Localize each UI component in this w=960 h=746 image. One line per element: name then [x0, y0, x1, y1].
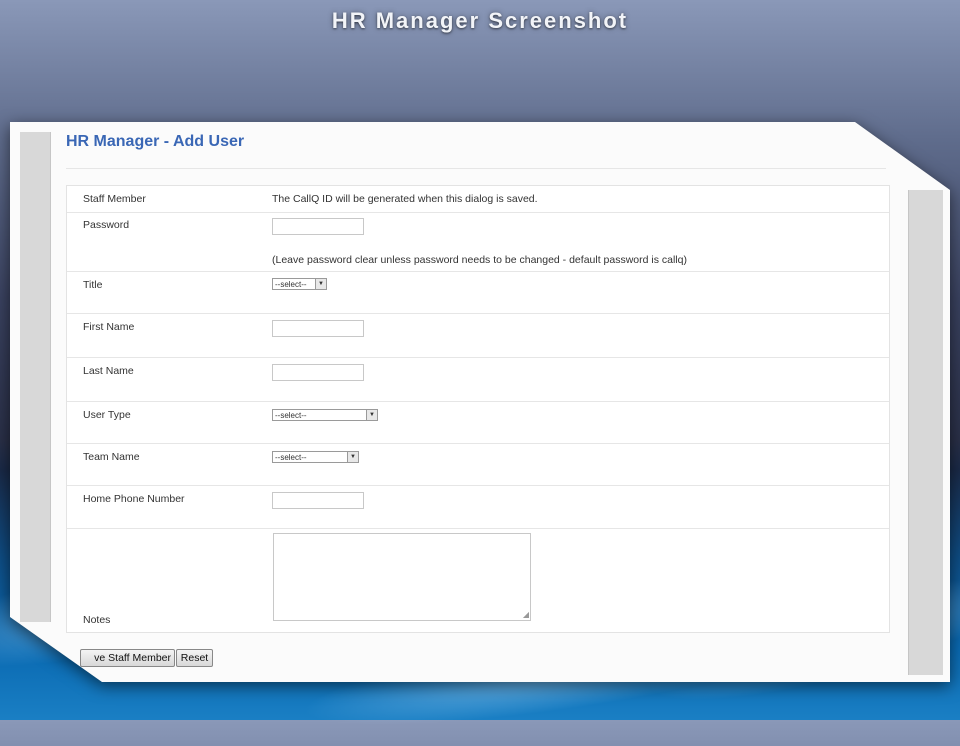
password-hint: (Leave password clear unless password ne…	[272, 254, 687, 266]
save-staff-member-button[interactable]: ve Staff Member	[80, 649, 175, 667]
panel-body: HR Manager - Add User Staff Member The C…	[10, 122, 950, 682]
title-label: Title	[83, 279, 103, 291]
chevron-down-icon[interactable]: ▼	[366, 410, 377, 420]
chevron-down-icon[interactable]: ▼	[347, 452, 358, 462]
right-sidebar-strip	[908, 190, 943, 675]
row-staff-member: Staff Member The CallQ ID will be genera…	[67, 186, 889, 213]
staff-member-label: Staff Member	[83, 193, 146, 205]
left-sidebar-strip	[20, 132, 51, 622]
first-name-input[interactable]	[272, 320, 364, 337]
chevron-down-icon[interactable]: ▼	[315, 279, 326, 289]
staff-member-info: The CallQ ID will be generated when this…	[272, 193, 538, 205]
row-title: Title --select-- ▼	[67, 272, 889, 314]
team-name-label: Team Name	[83, 451, 140, 463]
row-team-name: Team Name --select-- ▼	[67, 444, 889, 486]
title-select-value: --select--	[275, 280, 307, 289]
save-button-label: ve Staff Member	[94, 652, 171, 664]
home-phone-input[interactable]	[272, 492, 364, 509]
notes-textarea[interactable]: ◢	[273, 533, 531, 621]
page-header: HR Manager - Add User	[66, 132, 886, 169]
last-name-input[interactable]	[272, 364, 364, 381]
row-notes: Notes ◢	[67, 529, 889, 631]
reset-button-label: Reset	[180, 652, 209, 664]
reset-button[interactable]: Reset	[176, 649, 213, 667]
home-phone-label: Home Phone Number	[83, 493, 185, 505]
notes-label: Notes	[83, 614, 111, 626]
row-first-name: First Name	[67, 314, 889, 358]
slide-title: HR Manager Screenshot	[331, 8, 629, 33]
row-last-name: Last Name	[67, 358, 889, 402]
row-password: Password (Leave password clear unless pa…	[67, 212, 889, 272]
page-title: HR Manager - Add User	[66, 133, 245, 150]
screenshot-panel: HR Manager - Add User Staff Member The C…	[10, 122, 950, 682]
last-name-label: Last Name	[83, 365, 134, 377]
add-user-form: Staff Member The CallQ ID will be genera…	[66, 185, 890, 633]
user-type-label: User Type	[83, 409, 131, 421]
user-type-select-value: --select--	[275, 411, 307, 420]
team-name-select[interactable]: --select-- ▼	[272, 451, 359, 463]
first-name-label: First Name	[83, 321, 135, 333]
title-select[interactable]: --select-- ▼	[272, 278, 327, 290]
row-home-phone: Home Phone Number	[67, 486, 889, 529]
user-type-select[interactable]: --select-- ▼	[272, 409, 378, 421]
row-user-type: User Type --select-- ▼	[67, 402, 889, 444]
password-input[interactable]	[272, 218, 364, 235]
password-label: Password	[83, 219, 130, 231]
resize-grip-icon[interactable]: ◢	[523, 611, 529, 619]
team-name-select-value: --select--	[275, 453, 307, 462]
